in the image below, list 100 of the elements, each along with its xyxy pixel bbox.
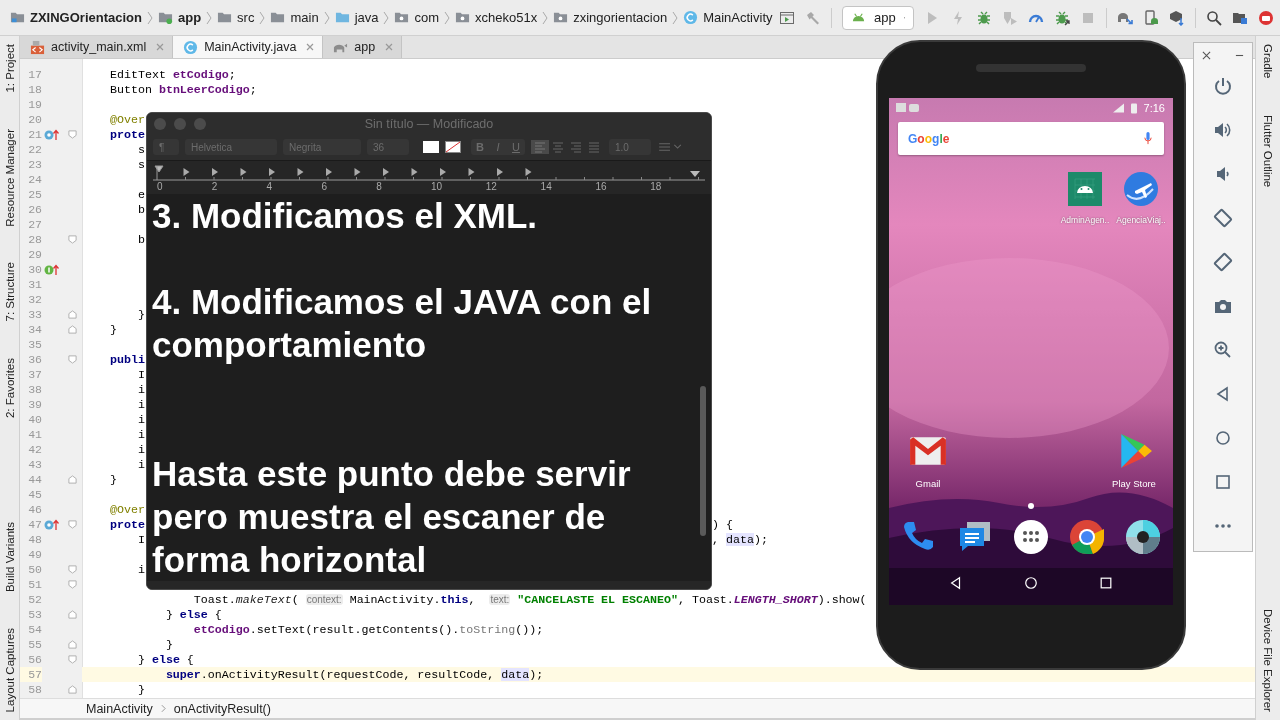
line-number: 28	[27, 232, 42, 247]
phone-icon[interactable]	[1143, 9, 1159, 26]
class-icon	[683, 10, 699, 25]
tool-window-tab[interactable]: Layout Captures	[3, 627, 16, 712]
breadcrumb-item[interactable]: xcheko51x	[455, 10, 538, 25]
code-line: ) {	[712, 518, 733, 531]
line-number: 36	[27, 352, 42, 367]
bug-icon[interactable]	[1054, 9, 1070, 26]
code-line: } else {	[136, 653, 194, 666]
fold-icon[interactable]	[67, 610, 77, 619]
line-number: 39	[27, 397, 42, 412]
background-color-well[interactable]	[445, 141, 461, 154]
breadcrumb-item[interactable]: java	[334, 10, 379, 25]
line-number: 38	[27, 382, 42, 397]
line-number: 20	[27, 112, 42, 127]
editor-tab[interactable]: activity_main.xml	[20, 36, 174, 58]
hammer-icon[interactable]	[805, 9, 821, 26]
line-number: 45	[27, 487, 42, 502]
fold-icon[interactable]	[67, 355, 77, 364]
line-number: 22	[27, 142, 42, 157]
folder-icon	[270, 10, 286, 25]
line-number: 17	[27, 67, 42, 82]
line-number: 40	[27, 412, 42, 427]
code-line: } else {	[164, 608, 222, 621]
home-icon[interactable]	[1024, 576, 1038, 590]
chevron-icon	[206, 10, 213, 25]
code-line: s	[136, 158, 145, 171]
breadcrumb-item[interactable]: main	[270, 10, 319, 25]
fold-icon[interactable]	[67, 130, 77, 139]
app-label: AdminAgen..	[1060, 215, 1110, 225]
close-icon[interactable]	[1202, 51, 1211, 60]
override-icon[interactable]	[44, 518, 60, 531]
implement-icon[interactable]	[44, 263, 60, 276]
editor-tab[interactable]: app	[323, 36, 403, 58]
tool-window-tab[interactable]: 7: Structure	[3, 262, 16, 322]
tool-window-tab[interactable]: Gradle	[1262, 44, 1274, 79]
document-paragraph: 4. Modificamos el JAVA con el comportamiento	[152, 281, 653, 366]
code-line: @Over	[110, 503, 145, 516]
editor-tab[interactable]: MainActivity.java	[173, 36, 324, 58]
line-number: 23	[27, 157, 42, 172]
breadcrumb-item[interactable]: onActivityResult()	[173, 701, 271, 716]
list-icon[interactable]	[657, 141, 683, 154]
tool-window-tab[interactable]: 2: Favorites	[3, 357, 16, 418]
run-config-dropdown[interactable]: app	[842, 5, 914, 30]
breadcrumb-item[interactable]: MainActivity	[86, 701, 153, 716]
line-number: 52	[27, 592, 42, 607]
search-icon[interactable]	[1206, 9, 1222, 26]
line-number: 42	[27, 442, 42, 457]
circle-icon[interactable]	[1258, 9, 1274, 26]
zoom-icon[interactable]	[1213, 340, 1233, 360]
line-number: 24	[27, 172, 42, 187]
window-icon[interactable]	[779, 9, 795, 26]
power-icon[interactable]	[1213, 76, 1233, 96]
fold-icon[interactable]	[67, 685, 77, 694]
code-line: publi	[110, 353, 145, 366]
camera-icon[interactable]	[1125, 519, 1161, 555]
breadcrumb-item[interactable]: com	[394, 10, 440, 25]
ruler-number: 2	[211, 180, 219, 192]
window-title: Sin título — Modificado	[364, 116, 494, 131]
app-shortcut[interactable]: Play Store	[1099, 432, 1169, 489]
chevron-icon	[383, 10, 390, 25]
microphone-icon[interactable]	[1144, 132, 1152, 145]
fold-icon[interactable]	[67, 475, 77, 484]
code-line: prote	[110, 128, 145, 141]
browser-icon[interactable]	[1069, 519, 1105, 555]
line-number: 26	[27, 202, 42, 217]
breadcrumb-item[interactable]: MainActivity	[683, 10, 773, 25]
code-line: EditText etCodigo;	[110, 68, 236, 81]
override-icon[interactable]	[44, 128, 60, 141]
code-line: }	[136, 308, 145, 321]
fold-icon[interactable]	[67, 520, 77, 529]
bug-icon[interactable]	[976, 9, 992, 26]
scrollbar-thumb[interactable]	[700, 386, 706, 536]
close-icon[interactable]	[306, 43, 315, 51]
line-number: 55	[27, 637, 42, 652]
page-indicator	[1028, 503, 1034, 509]
code-line: i	[136, 398, 145, 411]
line-number: 58	[27, 682, 42, 697]
battery-icon	[1130, 102, 1137, 114]
rotate-left-icon[interactable]	[1213, 208, 1233, 228]
volume-up-icon[interactable]	[1213, 120, 1233, 140]
app-shortcut[interactable]: Gmail	[893, 432, 963, 489]
fold-icon[interactable]	[67, 235, 77, 244]
tool-window-tab[interactable]: Flutter Outline	[1262, 114, 1274, 187]
breadcrumb-item[interactable]: ZXINGOrientacion	[10, 10, 142, 25]
text-color-well[interactable]	[423, 141, 439, 154]
tool-window-tab[interactable]: Resource Manager	[3, 128, 16, 227]
search-bar[interactable]: Google	[898, 122, 1164, 155]
breadcrumb-item[interactable]: app	[157, 10, 202, 25]
apps-icon[interactable]	[1013, 519, 1049, 555]
cube-icon[interactable]	[1169, 9, 1185, 26]
overview-icon[interactable]	[1098, 576, 1113, 590]
breadcrumb-item[interactable]: zxingorientacion	[553, 10, 668, 25]
line-number: 53	[27, 607, 42, 622]
chevron-icon	[160, 704, 166, 713]
rotate-right-icon[interactable]	[1213, 252, 1233, 272]
tool-window-tab[interactable]: Device File Explorer	[1262, 609, 1274, 712]
tool-window-tab[interactable]: Build Variants	[3, 521, 16, 592]
tool-window-tab[interactable]: 1: Project	[3, 44, 16, 93]
breadcrumb-item[interactable]: src	[217, 10, 255, 25]
